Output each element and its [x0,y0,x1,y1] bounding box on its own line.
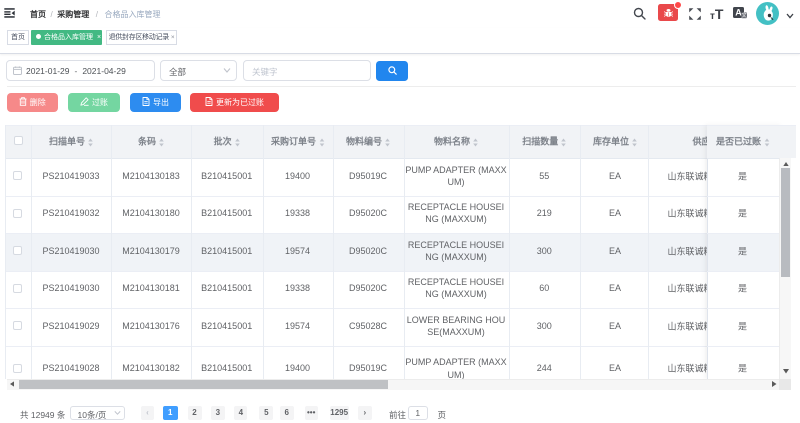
svg-text:文: 文 [741,11,747,19]
